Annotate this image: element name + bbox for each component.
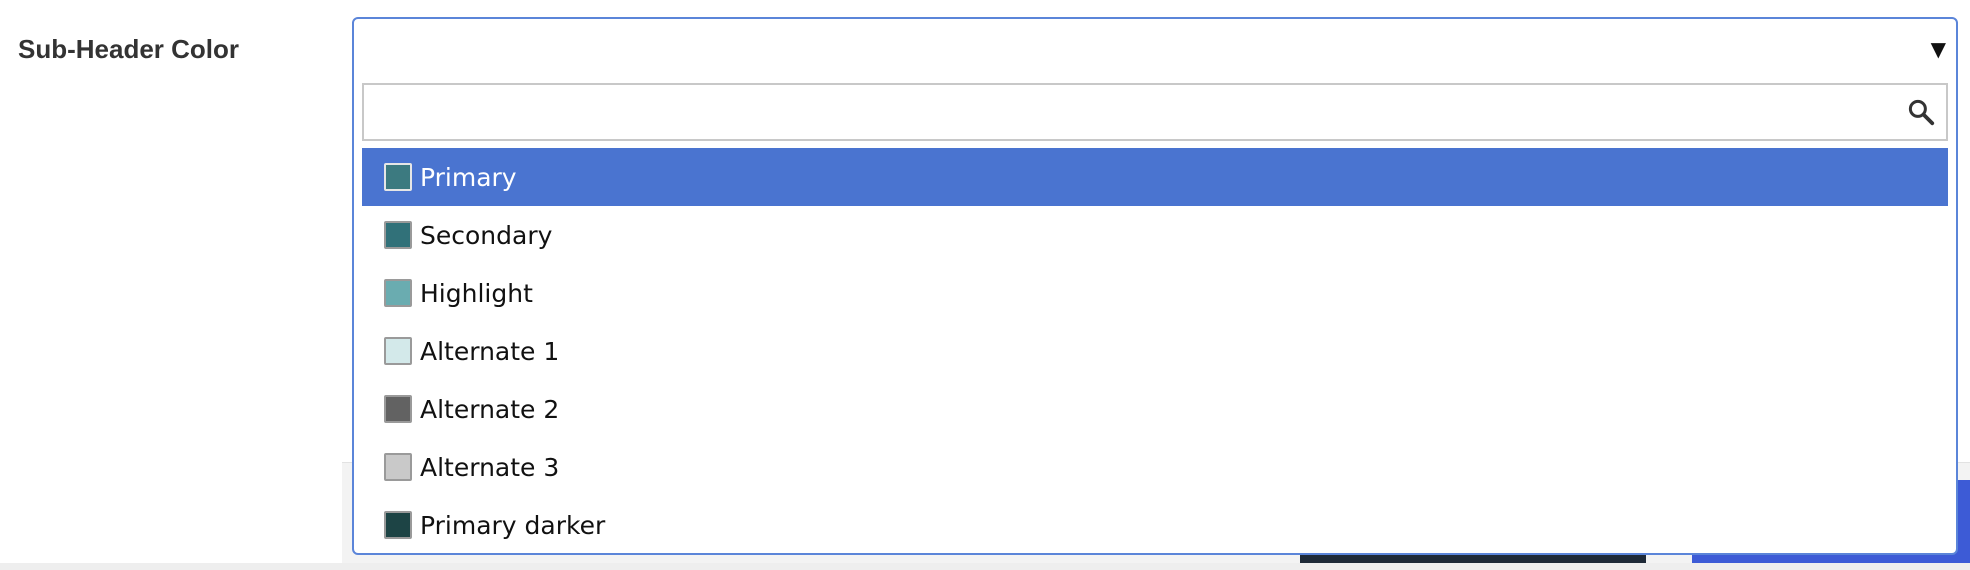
option-label: Primary darker bbox=[420, 510, 606, 540]
option-label: Alternate 1 bbox=[420, 336, 560, 366]
option-item[interactable]: Primary bbox=[362, 148, 1948, 206]
triangle-down-icon[interactable]: ▼ bbox=[1931, 37, 1946, 61]
option-label: Primary bbox=[420, 162, 517, 192]
page: Sub-Header Color ▼ Primary Secondary Hig… bbox=[0, 0, 1970, 570]
option-search-input[interactable] bbox=[364, 85, 1884, 135]
option-item[interactable]: Alternate 1 bbox=[362, 322, 1948, 380]
color-swatch bbox=[384, 163, 412, 191]
color-swatch bbox=[384, 337, 412, 365]
color-swatch bbox=[384, 221, 412, 249]
options-list: Primary Secondary Highlight Alternate 1 … bbox=[362, 148, 1948, 553]
option-item[interactable]: Alternate 3 bbox=[362, 438, 1948, 496]
option-label: Secondary bbox=[420, 220, 553, 250]
color-swatch bbox=[384, 395, 412, 423]
background-footer-strip bbox=[0, 563, 1970, 570]
option-item[interactable]: Alternate 2 bbox=[362, 380, 1948, 438]
option-search-box[interactable] bbox=[362, 83, 1948, 141]
option-label: Alternate 2 bbox=[420, 394, 560, 424]
color-swatch bbox=[384, 453, 412, 481]
color-swatch bbox=[384, 279, 412, 307]
option-item[interactable]: Secondary bbox=[362, 206, 1948, 264]
sub-header-color-select[interactable]: ▼ Primary Secondary Highlight Alternate … bbox=[352, 17, 1958, 555]
option-label: Highlight bbox=[420, 278, 533, 308]
search-icon bbox=[1908, 99, 1935, 126]
option-item[interactable]: Primary darker bbox=[362, 496, 1948, 553]
color-swatch bbox=[384, 511, 412, 539]
option-item[interactable]: Highlight bbox=[362, 264, 1948, 322]
option-label: Alternate 3 bbox=[420, 452, 560, 482]
sub-header-color-label: Sub-Header Color bbox=[18, 34, 240, 64]
